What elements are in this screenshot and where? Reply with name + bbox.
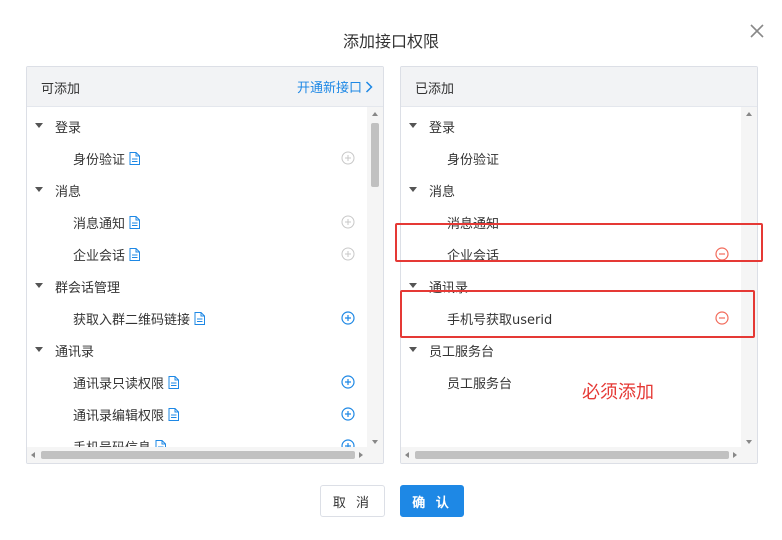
caret-down-icon[interactable] — [35, 187, 43, 192]
required-annotation: 必须添加 — [582, 382, 654, 403]
tree-item-label: 消息通知 — [447, 217, 500, 232]
added-panel-title: 已添加 — [415, 82, 455, 97]
available-horizontal-scrollbar[interactable] — [27, 447, 383, 463]
tree-group[interactable]: 通讯录 — [401, 270, 743, 302]
document-icon — [129, 248, 141, 261]
tree-group[interactable]: 登录 — [401, 110, 743, 142]
tree-item[interactable]: 获取入群二维码链接 — [27, 302, 369, 334]
document-icon — [129, 216, 141, 229]
add-api-permission-dialog: 添加接口权限 可添加 开通新接口 登录身份验证消息消息通知企业会话群会话管理获取… — [0, 0, 782, 540]
scroll-left-icon[interactable] — [31, 452, 35, 458]
confirm-button[interactable]: 确 认 — [400, 485, 464, 517]
chevron-right-icon — [365, 80, 373, 93]
scroll-down-icon[interactable] — [372, 440, 378, 444]
tree-group[interactable]: 登录 — [27, 110, 369, 142]
add-icon[interactable] — [341, 311, 355, 325]
tree-group-label: 群会话管理 — [55, 281, 121, 296]
available-panel-header: 可添加 开通新接口 — [27, 67, 383, 107]
tree-group[interactable]: 员工服务台 — [401, 334, 743, 366]
add-icon[interactable] — [341, 407, 355, 421]
add-icon[interactable] — [341, 375, 355, 389]
added-panel: 已添加 登录 身份验证 消息 消息通知 企业会话 通讯录 手机号获取userid 员工服务台员… — [400, 66, 758, 464]
dialog-title: 添加接口权限 — [342, 32, 439, 51]
caret-down-icon[interactable] — [409, 123, 417, 128]
available-vertical-scrollbar[interactable] — [367, 107, 383, 449]
tree-group-label: 登录 — [55, 121, 82, 136]
scroll-up-icon[interactable] — [746, 112, 752, 116]
added-panel-header: 已添加 — [401, 67, 757, 107]
tree-item-label: 获取入群二维码链接 — [73, 313, 191, 328]
add-disabled-icon — [341, 151, 355, 165]
tree-group[interactable]: 群会话管理 — [27, 270, 369, 302]
added-horizontal-scrollbar[interactable] — [401, 447, 757, 463]
scroll-down-icon[interactable] — [746, 440, 752, 444]
caret-down-icon[interactable] — [409, 347, 417, 352]
tree-item[interactable]: 通讯录编辑权限 — [27, 398, 369, 430]
document-icon — [129, 152, 141, 165]
document-icon — [168, 408, 180, 421]
tree-item-label: 员工服务台 — [447, 377, 513, 392]
tree-item-label: 企业会话 — [447, 249, 500, 264]
tree-group-label: 通讯录 — [55, 345, 95, 360]
tree-group[interactable]: 通讯录 — [27, 334, 369, 366]
tree-group-label: 登录 — [429, 121, 456, 136]
tree-item[interactable]: 消息通知 — [401, 206, 743, 238]
scroll-thumb[interactable] — [371, 123, 379, 187]
caret-down-icon[interactable] — [409, 283, 417, 288]
tree-item[interactable]: 企业会话 — [27, 238, 369, 270]
scroll-thumb[interactable] — [415, 451, 729, 459]
scroll-left-icon[interactable] — [405, 452, 409, 458]
available-panel-title: 可添加 — [41, 82, 81, 97]
caret-down-icon[interactable] — [409, 187, 417, 192]
added-vertical-scrollbar[interactable] — [741, 107, 757, 449]
scroll-right-icon[interactable] — [733, 452, 737, 458]
tree-group-label: 消息 — [55, 185, 82, 200]
available-tree: 登录身份验证消息消息通知企业会话群会话管理获取入群二维码链接通讯录通讯录只读权限… — [27, 107, 369, 449]
tree-item-label: 手机号获取userid — [447, 313, 553, 328]
caret-down-icon[interactable] — [35, 123, 43, 128]
cancel-button[interactable]: 取 消 — [320, 485, 385, 517]
caret-down-icon[interactable] — [35, 347, 43, 352]
available-panel: 可添加 开通新接口 登录身份验证消息消息通知企业会话群会话管理获取入群二维码链接… — [26, 66, 384, 464]
document-icon — [168, 376, 180, 389]
scroll-thumb[interactable] — [41, 451, 355, 459]
tree-item[interactable]: 通讯录只读权限 — [27, 366, 369, 398]
tree-item[interactable]: 身份验证 — [401, 142, 743, 174]
caret-down-icon[interactable] — [35, 283, 43, 288]
tree-item[interactable]: 员工服务台 — [401, 366, 743, 398]
tree-item-label: 通讯录只读权限 — [73, 377, 165, 392]
open-new-api-label: 开通新接口 — [296, 81, 362, 96]
open-new-api-link[interactable]: 开通新接口 — [297, 77, 373, 96]
tree-item-label: 身份验证 — [73, 153, 126, 168]
tree-group-label: 通讯录 — [429, 281, 469, 296]
tree-item-label: 通讯录编辑权限 — [73, 409, 165, 424]
tree-item-label: 企业会话 — [73, 249, 126, 264]
add-disabled-icon — [341, 247, 355, 261]
tree-item-label: 身份验证 — [447, 153, 500, 168]
scroll-up-icon[interactable] — [372, 112, 378, 116]
tree-group-label: 消息 — [429, 185, 456, 200]
scroll-right-icon[interactable] — [359, 452, 363, 458]
tree-group[interactable]: 消息 — [401, 174, 743, 206]
tree-group[interactable]: 消息 — [27, 174, 369, 206]
close-icon[interactable] — [746, 20, 768, 42]
remove-icon[interactable] — [715, 311, 729, 325]
document-icon — [194, 312, 206, 325]
tree-group-label: 员工服务台 — [429, 345, 495, 360]
tree-item-label: 消息通知 — [73, 217, 126, 232]
tree-item[interactable]: 企业会话 — [401, 238, 743, 270]
remove-icon[interactable] — [715, 247, 729, 261]
tree-item[interactable]: 身份验证 — [27, 142, 369, 174]
add-disabled-icon — [341, 215, 355, 229]
tree-item[interactable]: 手机号获取userid — [401, 302, 743, 334]
added-tree: 登录 身份验证 消息 消息通知 企业会话 通讯录 手机号获取userid 员工服务台 员工服务台 — [401, 107, 743, 449]
tree-item[interactable]: 消息通知 — [27, 206, 369, 238]
